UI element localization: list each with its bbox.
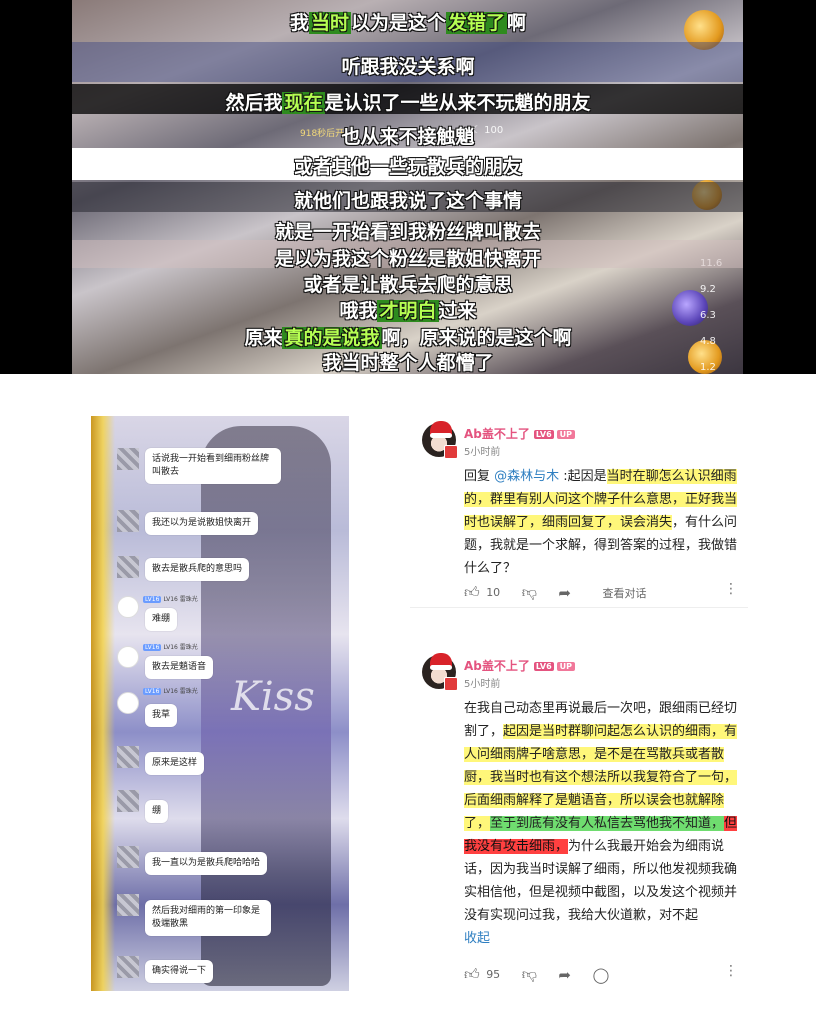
chat-screenshot: Kiss 话说我一开始看到细雨粉丝牌叫散去 我还以为是说散姐快离开 散去是散兵爬…	[91, 416, 349, 991]
up-badge: UP	[556, 430, 576, 439]
watermark-text: Kiss	[231, 674, 315, 720]
blurred-avatar	[117, 510, 139, 532]
blurred-avatar	[117, 894, 139, 916]
view-dialog-link[interactable]: 查看对话	[603, 585, 647, 601]
share-icon[interactable]: ➦	[558, 966, 571, 984]
user-level-tag: LV16 LV16 雷珠光	[143, 688, 198, 695]
more-icon[interactable]: ⋮	[724, 581, 738, 597]
thumb-up-icon[interactable]: 👍︎	[464, 583, 480, 602]
chat-bubble: 散去是魈语音	[145, 656, 214, 679]
level-badge: LV6	[533, 662, 554, 671]
comment-time: 5小时前	[464, 447, 501, 458]
subtitle-line: 或者是让散兵去爬的意思	[303, 274, 513, 296]
share-icon[interactable]: ➦	[558, 584, 571, 602]
comment-item: Ab盖不上了 LV6 UP 5小时前 在我自己动态里再说最后一次吧，跟细雨已经切割了…	[422, 653, 744, 990]
thumb-down-icon[interactable]: 👎︎	[522, 583, 537, 602]
chat-avatar	[117, 692, 139, 714]
chat-bubble: 原来是这样	[145, 752, 205, 775]
chat-bubble: 绷	[145, 800, 169, 823]
comment-text: 在我自己动态里再说最后一次吧，跟细雨已经切割了，起因是当时群聊问起怎么认识的细雨…	[464, 701, 738, 946]
chat-avatar	[117, 646, 139, 668]
comment-item: Ab盖不上了 LV6 UP 5小时前 回复 @森林与木 :起因是当时在聊怎么认识细雨…	[422, 421, 744, 603]
chat-bubble: 我一直以为是散兵爬哈哈哈	[145, 852, 268, 875]
up-badge: UP	[556, 662, 576, 671]
blurred-avatar	[117, 790, 139, 812]
subtitle-line: 听跟我没关系啊	[341, 56, 475, 78]
comment-text: 回复 @森林与木 :起因是当时在聊怎么认识细雨的，群里有别人问这个牌子什么意思，…	[464, 469, 738, 576]
comment-icon[interactable]: ◯	[593, 966, 610, 984]
subtitle-line: 也从来不接触魈	[341, 126, 475, 148]
subtitle-line: 原来 真的是说我 啊，原来说的是这个啊	[244, 327, 572, 349]
gift-icon	[444, 445, 458, 459]
blurred-avatar	[117, 556, 139, 578]
video-player[interactable]: 11.6 9.2 6.3 4.8 1.2 918秒后开 ☾ 100 我当时以为是…	[0, 0, 816, 374]
divider	[410, 607, 748, 608]
thumb-down-icon[interactable]: 👎︎	[522, 965, 537, 984]
subtitle-line: 我当时整个人都懵了	[322, 352, 494, 374]
glow-decoration	[91, 416, 115, 991]
subtitle-line: 就是一开始看到我粉丝牌叫散去	[274, 221, 541, 243]
chat-bubble: 确实得说一下	[145, 960, 214, 983]
chat-bubble: 然后我对细雨的第一印象是极端散黑	[145, 900, 271, 936]
chat-bubble: 我还以为是说散姐快离开	[145, 512, 259, 535]
comment-actions: 👍︎ 95 👎︎ ➦ ◯	[464, 965, 609, 984]
subtitle-line: 哦我 才明白 过来	[339, 300, 477, 322]
subtitle-line: 就他们也跟我说了这个事情	[293, 190, 522, 212]
user-level-tag: LV16 LV16 雷珠光	[143, 596, 198, 603]
subtitle-line: 或者其他一些玩散兵的朋友	[293, 156, 522, 178]
gift-icon	[444, 677, 458, 691]
username[interactable]: Ab盖不上了 LV6 UP	[464, 425, 576, 442]
chat-bubble: 难绷	[145, 608, 178, 631]
username[interactable]: Ab盖不上了 LV6 UP	[464, 657, 576, 674]
comment-actions: 👍︎ 10 👎︎ ➦ 查看对话	[464, 583, 647, 602]
mention-link[interactable]: @森林与木	[494, 469, 559, 484]
subtitle-line: 然后我 现在 是认识了一些从来不玩魈的朋友	[225, 92, 591, 114]
thumb-up-icon[interactable]: 👍︎	[464, 965, 480, 984]
like-count: 95	[486, 968, 501, 981]
blurred-avatar	[117, 746, 139, 768]
level-badge: LV6	[533, 430, 554, 439]
santa-hat-icon	[430, 421, 452, 438]
chat-bubble: 我草	[145, 704, 178, 727]
chat-bubble: 话说我一开始看到细雨粉丝牌叫散去	[145, 448, 281, 484]
chat-avatar	[117, 596, 139, 618]
santa-hat-icon	[430, 653, 452, 670]
like-count: 10	[486, 586, 501, 599]
collapse-link[interactable]: 收起	[464, 931, 490, 946]
blurred-avatar	[117, 956, 139, 978]
user-level-tag: LV16 LV16 雷珠光	[143, 644, 198, 651]
blurred-avatar	[117, 448, 139, 470]
comment-time: 5小时前	[464, 679, 501, 690]
chat-bubble: 散去是散兵爬的意思吗	[145, 558, 250, 581]
subtitle-line: 是以为我这个粉丝是散姐快离开	[274, 248, 541, 270]
subtitle-line: 我当时 以为是这个 发错了啊	[289, 12, 527, 34]
blurred-avatar	[117, 846, 139, 868]
more-icon[interactable]: ⋮	[724, 963, 738, 979]
